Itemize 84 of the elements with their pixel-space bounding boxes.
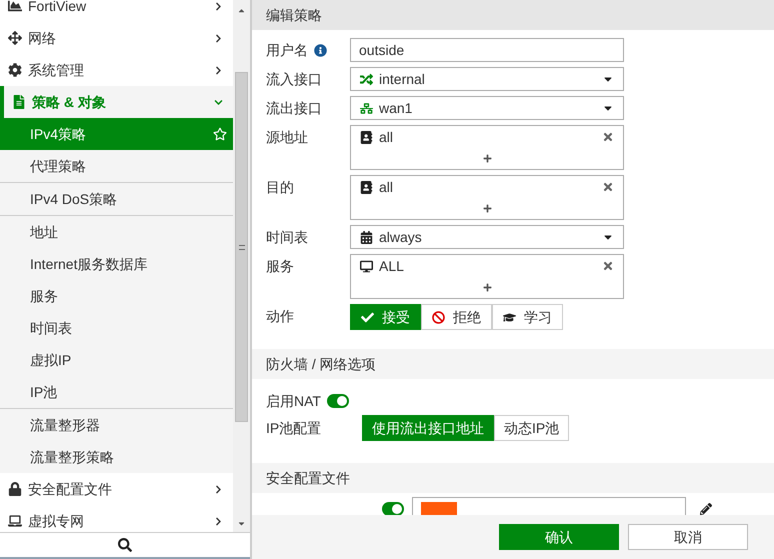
option-button[interactable]: 使用流出接口地址 — [362, 415, 494, 441]
field-label: 用户名 — [266, 40, 308, 60]
chevron-right-icon — [214, 2, 223, 10]
chart-icon — [8, 0, 22, 13]
nav-label: 虚拟专网 — [28, 512, 85, 530]
section-header: 安全配置文件 — [252, 463, 774, 493]
entry-label: all — [379, 128, 394, 146]
nav-subitem[interactable]: 流量整形策略 — [0, 441, 233, 473]
nav-subitem[interactable]: Internet服务数据库 — [0, 248, 233, 280]
scrollbar[interactable] — [233, 0, 250, 532]
entry-label: all — [379, 178, 394, 196]
option-button[interactable]: 学习 — [492, 304, 563, 330]
nav-subitem[interactable]: 时间表 — [0, 312, 233, 344]
option-button[interactable]: 接受 — [350, 304, 421, 330]
search-icon[interactable] — [118, 538, 132, 552]
nav-label: 策略 & 对象 — [32, 92, 107, 112]
scrollbar-thumb[interactable] — [235, 72, 248, 422]
toggle-switch[interactable] — [382, 502, 404, 515]
field-label: 流出接口 — [266, 98, 322, 118]
nav-label: 网络 — [28, 28, 57, 48]
star-icon[interactable] — [213, 127, 227, 141]
field-label: 时间表 — [266, 228, 308, 246]
gear-icon — [8, 63, 22, 77]
confirm-button[interactable]: 确认 — [499, 524, 619, 550]
chevron-right-icon — [214, 484, 223, 494]
info-icon[interactable] — [314, 44, 327, 56]
calendar-icon — [360, 230, 373, 244]
move-arrows-icon — [8, 31, 22, 45]
address-book-icon — [360, 130, 373, 144]
field-label: 服务 — [266, 256, 294, 276]
nav-label: 安全配置文件 — [28, 480, 113, 498]
pencil-icon[interactable] — [700, 503, 712, 515]
option-button[interactable]: 动态IP池 — [494, 415, 570, 441]
field-label: 启用NAT — [266, 392, 321, 410]
remove-icon[interactable] — [602, 131, 614, 143]
multi-select-field[interactable]: ALL — [350, 254, 624, 299]
graduation-cap-icon — [503, 310, 516, 324]
multi-select-field[interactable]: all — [350, 125, 624, 170]
lock-icon — [8, 482, 22, 496]
ban-icon — [432, 310, 445, 324]
chevron-right-icon — [214, 66, 223, 74]
nav-label: FortiView — [28, 0, 88, 16]
add-icon[interactable] — [482, 204, 492, 213]
document-icon — [12, 95, 26, 109]
dropdown[interactable]: always — [350, 225, 624, 249]
nav-subitem[interactable]: IPv4策略 — [0, 118, 233, 150]
field-label: 动作 — [266, 306, 294, 326]
option-button[interactable]: 拒绝 — [421, 304, 492, 330]
laptop-icon — [8, 514, 22, 528]
nav-label: 系统管理 — [28, 60, 85, 80]
chevron-right-icon — [214, 34, 223, 42]
field-label: IP池配置 — [266, 418, 322, 438]
section-header: 防火墙 / 网络选项 — [252, 349, 774, 379]
monitor-icon — [360, 260, 373, 272]
remove-icon[interactable] — [602, 181, 614, 193]
nav-subitem[interactable]: 流量整形器 — [0, 409, 233, 441]
profile-swatch — [421, 502, 457, 515]
dropdown[interactable]: internal — [350, 67, 624, 91]
nav-subitem[interactable]: 地址 — [0, 216, 233, 248]
entry-label: ALL — [379, 256, 405, 276]
nav-subitem[interactable]: IP池 — [0, 376, 233, 408]
address-book-icon — [360, 180, 373, 194]
add-icon[interactable] — [482, 154, 492, 163]
nav-subitem[interactable]: 代理策略 — [0, 150, 233, 182]
nav-item[interactable]: 策略 & 对象 — [0, 86, 233, 118]
dropdown[interactable]: wan1 — [350, 96, 624, 120]
shuffle-icon — [360, 72, 373, 86]
multi-select-field[interactable]: all — [350, 175, 624, 220]
remove-icon[interactable] — [602, 260, 614, 272]
chevron-right-icon — [214, 516, 223, 526]
field-label: 流入接口 — [266, 70, 322, 88]
section-header: 编辑策略 — [252, 0, 774, 30]
nav-subitem[interactable]: 虚拟IP — [0, 344, 233, 376]
nav-subitem[interactable]: IPv4 DoS策略 — [0, 183, 233, 215]
chevron-down-icon — [214, 98, 223, 106]
cancel-button[interactable]: 取消 — [628, 524, 748, 550]
toggle-switch[interactable] — [326, 394, 349, 408]
field-label: 目的 — [266, 178, 294, 196]
check-icon — [361, 310, 374, 324]
port-icon — [360, 102, 373, 114]
input-field[interactable]: outside — [350, 38, 624, 62]
field-label: 源地址 — [266, 128, 308, 146]
add-icon[interactable] — [482, 283, 492, 292]
nav-subitem[interactable]: 服务 — [0, 280, 233, 312]
